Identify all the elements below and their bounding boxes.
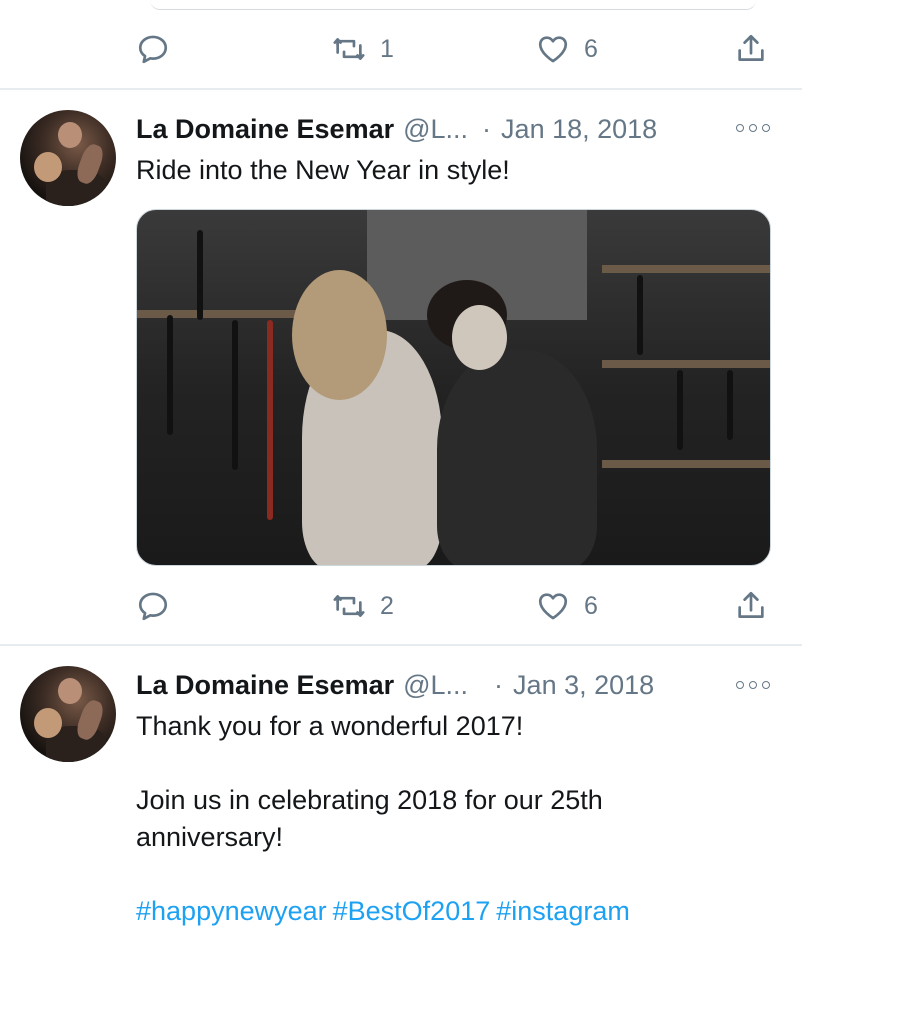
- reply-button[interactable]: [136, 586, 184, 626]
- tweet-date[interactable]: Jan 18, 2018: [501, 114, 657, 145]
- reply-icon: [138, 592, 168, 621]
- previous-tweet-card-edge: [150, 0, 756, 10]
- hashtag-link[interactable]: #BestOf2017: [333, 896, 491, 926]
- retweet-count: 2: [380, 591, 394, 620]
- tweet-photo[interactable]: [136, 209, 771, 566]
- hashtag-link[interactable]: #instagram: [496, 896, 630, 926]
- author-handle[interactable]: @L...: [403, 114, 468, 145]
- avatar[interactable]: [20, 110, 116, 206]
- tweet-header: La Domaine Esemar @L... · Jan 3, 2018: [136, 668, 654, 702]
- separator-dot: ·: [494, 669, 504, 700]
- reply-icon: [138, 35, 168, 64]
- author-name[interactable]: La Domaine Esemar: [136, 114, 394, 145]
- author-name[interactable]: La Domaine Esemar: [136, 670, 394, 701]
- reply-button[interactable]: [136, 29, 184, 69]
- more-options-button[interactable]: [736, 118, 770, 138]
- tweet-header: La Domaine Esemar @L... · Jan 18, 2018: [136, 112, 657, 146]
- tweet-text-line: [136, 856, 776, 893]
- retweet-button[interactable]: 1: [332, 29, 394, 69]
- share-button[interactable]: [734, 29, 768, 69]
- previous-tweet-actions: 1 6: [136, 29, 776, 69]
- tweet-text-line: Ride into the New Year in style!: [136, 155, 510, 185]
- heart-icon: [538, 593, 568, 620]
- tweet-divider: [0, 88, 802, 90]
- more-options-icon: [736, 124, 744, 132]
- tweet-text-line: [136, 745, 776, 782]
- hashtag-list: #happynewyear #BestOf2017 #instagram: [136, 893, 776, 930]
- more-options-icon: [736, 681, 744, 689]
- retweet-button[interactable]: 2: [332, 586, 394, 626]
- like-button[interactable]: 6: [536, 29, 598, 69]
- tweet-text: Ride into the New Year in style!: [136, 152, 776, 189]
- like-count: 6: [584, 591, 598, 620]
- retweet-count: 1: [380, 34, 394, 63]
- separator-dot: ·: [482, 113, 492, 144]
- heart-icon: [538, 36, 568, 63]
- timeline-feed: 1 6 La Domaine Esemar @L... · Jan 18, 20…: [0, 0, 802, 1018]
- hashtag-link[interactable]: #happynewyear: [136, 896, 327, 926]
- tweet-text-line: Join us in celebrating 2018 for our 25th: [136, 785, 603, 815]
- retweet-icon: [333, 38, 365, 60]
- tweet-text-line: Thank you for a wonderful 2017!: [136, 711, 524, 741]
- tweet-divider: [0, 644, 802, 646]
- tweet-text: Thank you for a wonderful 2017! Join us …: [136, 708, 776, 930]
- retweet-icon: [333, 595, 365, 617]
- author-handle[interactable]: @L...: [403, 670, 468, 701]
- tweet-text-line: anniversary!: [136, 822, 284, 852]
- share-icon: [738, 591, 764, 618]
- share-icon: [738, 34, 764, 61]
- tweet-actions: 2 6: [136, 586, 776, 626]
- like-button[interactable]: 6: [536, 586, 598, 626]
- more-options-button[interactable]: [736, 675, 770, 695]
- share-button[interactable]: [734, 586, 768, 626]
- like-count: 6: [584, 34, 598, 63]
- avatar[interactable]: [20, 666, 116, 762]
- tweet-date[interactable]: Jan 3, 2018: [513, 670, 654, 701]
